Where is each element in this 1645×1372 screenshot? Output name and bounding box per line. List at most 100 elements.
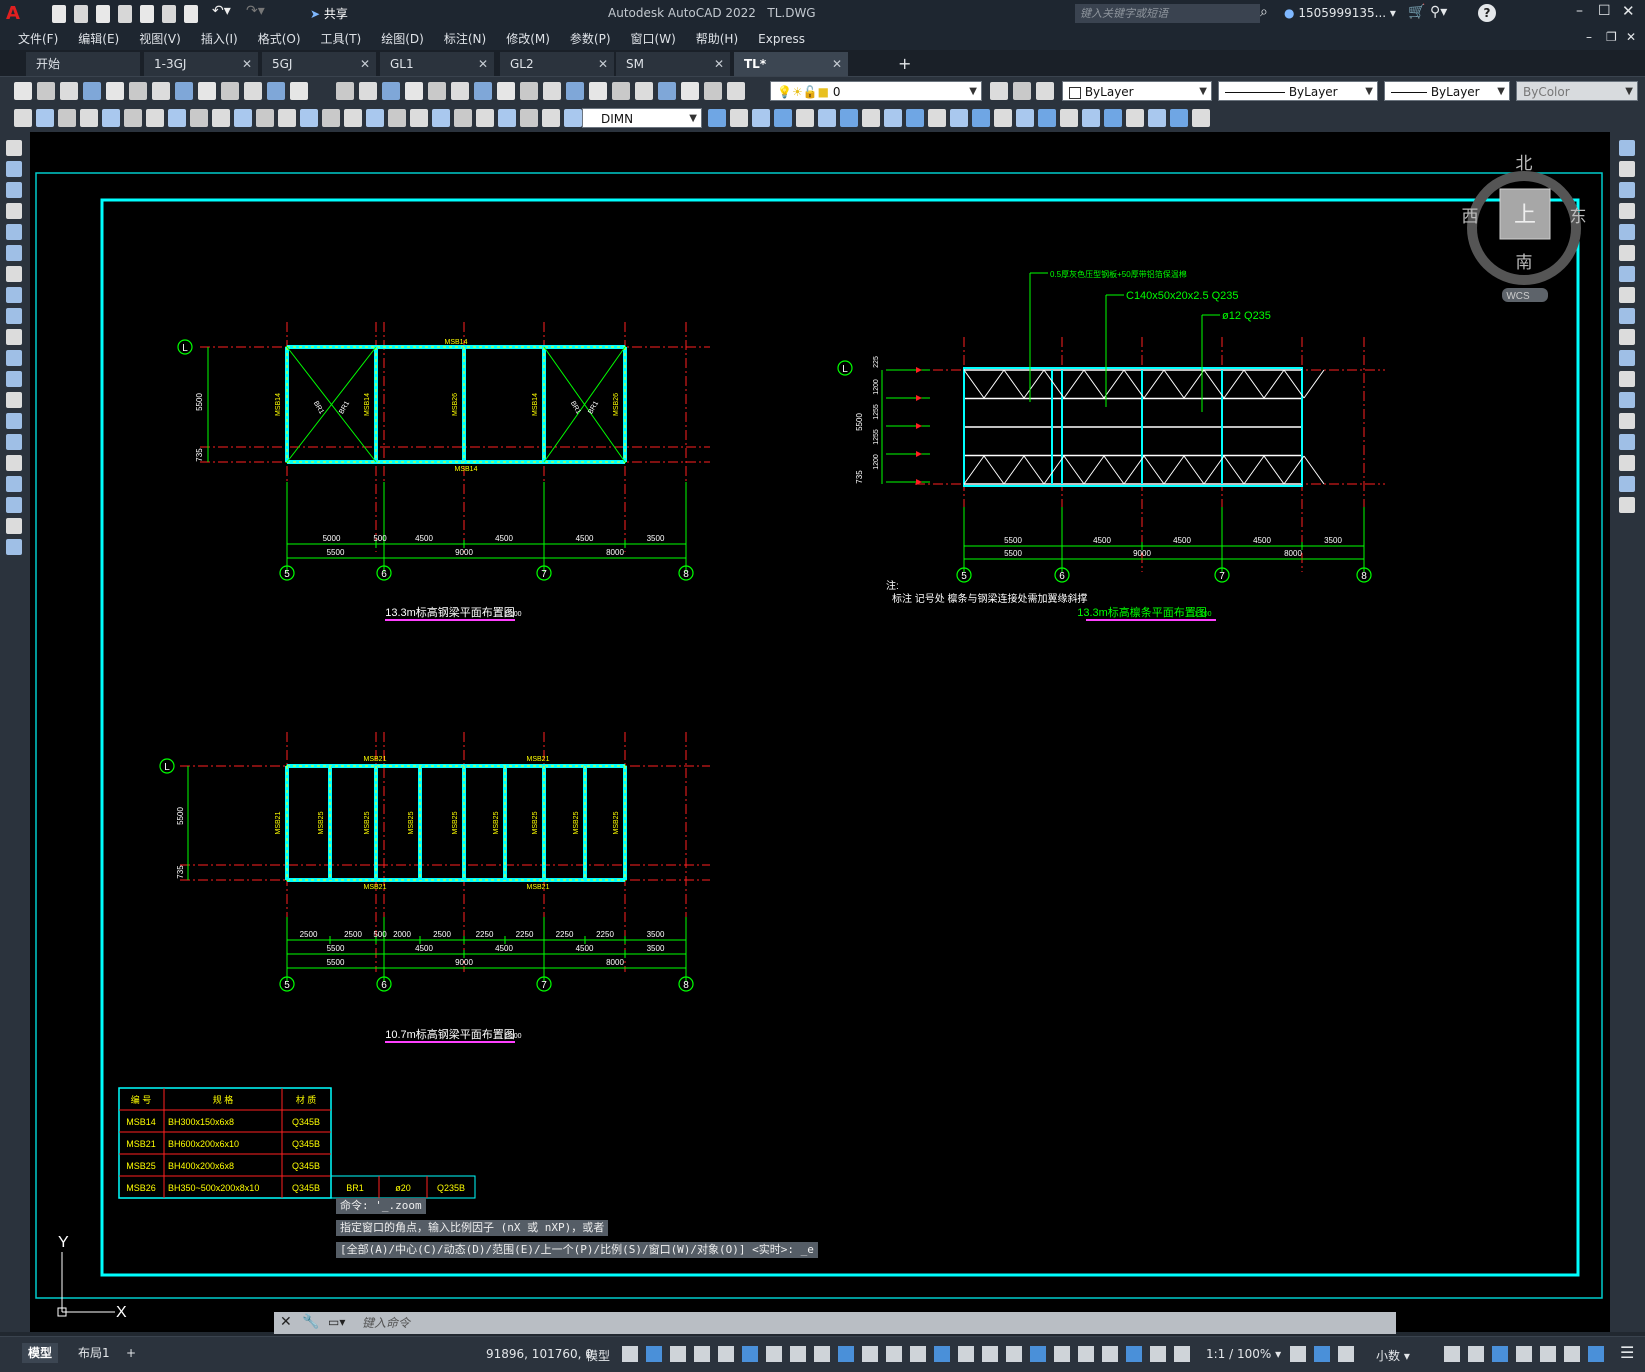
menu-item-2[interactable]: 视图(V) [129, 28, 191, 50]
mod-icon-21[interactable] [1170, 109, 1188, 127]
mod-icon-7[interactable] [862, 109, 880, 127]
modify-tool-icon-14[interactable] [1619, 434, 1635, 450]
tab-close-icon[interactable]: ✕ [360, 52, 370, 76]
modify-tool-icon-0[interactable] [1619, 140, 1635, 156]
tab-close-icon[interactable]: ✕ [242, 52, 252, 76]
draw-tool-icon-18[interactable] [6, 518, 22, 534]
dim-icon-2[interactable] [58, 109, 76, 127]
status-toggle-icon-21[interactable] [1126, 1346, 1142, 1362]
layer-icon-1[interactable] [1013, 82, 1031, 100]
modify-tool-icon-4[interactable] [1619, 224, 1635, 240]
modify-tool-icon-16[interactable] [1619, 476, 1635, 492]
mod-icon-8[interactable] [884, 109, 902, 127]
mod-icon-20[interactable] [1148, 109, 1166, 127]
draw-tool-icon-11[interactable] [6, 371, 22, 387]
model-space-button[interactable]: 模型 [586, 1347, 610, 1364]
std-icon-14[interactable] [359, 82, 377, 100]
dim-icon-10[interactable] [234, 109, 252, 127]
drawing-canvas[interactable]: MSB14 MSB14 MSB26 MSB14 MSB26 MSB14 MSB14 BR1 BR… [30, 132, 1610, 1334]
file-tab-3[interactable]: GL1 ✕ [380, 52, 494, 76]
status-toggle-icon-14[interactable] [958, 1346, 974, 1362]
file-tab-1[interactable]: 1-3GJ ✕ [144, 52, 258, 76]
status-toggle-icon-32[interactable] [1564, 1346, 1580, 1362]
file-tab-0[interactable]: 开始 [26, 52, 140, 76]
customize-icon[interactable]: ☰ [1620, 1343, 1634, 1362]
redo-icon[interactable]: ↷▾ [246, 3, 265, 19]
viewcube-east[interactable]: 东 [1570, 207, 1587, 226]
command-input[interactable]: 键入命令 [362, 1312, 1382, 1334]
mod-icon-1[interactable] [730, 109, 748, 127]
std-icon-18[interactable] [451, 82, 469, 100]
layer-icon-2[interactable] [1036, 82, 1054, 100]
draw-tool-icon-4[interactable] [6, 224, 22, 240]
std-icon-29[interactable] [704, 82, 722, 100]
dim-icon-6[interactable] [146, 109, 164, 127]
command-recent-icon[interactable]: ▭▾ [328, 1315, 345, 1329]
draw-tool-icon-0[interactable] [6, 140, 22, 156]
new-tab-icon[interactable]: + [898, 54, 911, 73]
dim-icon-22[interactable] [498, 109, 516, 127]
save-icon[interactable] [96, 5, 110, 23]
app-store-icon[interactable]: ⚲▾ [1430, 4, 1447, 20]
maximize-icon[interactable]: ☐ [1598, 3, 1611, 19]
std-icon-30[interactable] [727, 82, 745, 100]
draw-tool-icon-9[interactable] [6, 329, 22, 345]
draw-tool-icon-12[interactable] [6, 392, 22, 408]
dim-icon-18[interactable] [410, 109, 428, 127]
print-icon[interactable] [184, 5, 198, 23]
std-icon-0[interactable] [14, 82, 32, 100]
dimstyle-combo[interactable]: DIMN ▼ [582, 108, 702, 128]
dim-icon-21[interactable] [476, 109, 494, 127]
std-icon-13[interactable] [336, 82, 354, 100]
coordinates-readout[interactable]: 91896, 101760, 0 [486, 1347, 593, 1361]
status-toggle-icon-16[interactable] [1006, 1346, 1022, 1362]
draw-tool-icon-13[interactable] [6, 413, 22, 429]
status-toggle-icon-23[interactable] [1174, 1346, 1190, 1362]
mod-icon-17[interactable] [1082, 109, 1100, 127]
mod-icon-2[interactable] [752, 109, 770, 127]
std-icon-8[interactable] [198, 82, 216, 100]
status-toggle-icon-22[interactable] [1150, 1346, 1166, 1362]
doc-minimize-icon[interactable]: – [1586, 30, 1592, 44]
dim-icon-14[interactable] [322, 109, 340, 127]
std-icon-15[interactable] [382, 82, 400, 100]
modify-tool-icon-3[interactable] [1619, 203, 1635, 219]
std-icon-26[interactable] [635, 82, 653, 100]
std-icon-5[interactable] [129, 82, 147, 100]
std-icon-7[interactable] [175, 82, 193, 100]
search-input[interactable]: 键入关键字或短语 [1075, 4, 1260, 23]
status-toggle-icon-29[interactable] [1492, 1346, 1508, 1362]
status-toggle-icon-20[interactable] [1102, 1346, 1118, 1362]
plotstyle-combo[interactable]: ByColor ▼ [1516, 81, 1638, 101]
status-toggle-icon-31[interactable] [1540, 1346, 1556, 1362]
dim-icon-16[interactable] [366, 109, 384, 127]
dim-icon-7[interactable] [168, 109, 186, 127]
mod-icon-12[interactable] [972, 109, 990, 127]
color-combo[interactable]: ByLayer ▼ [1062, 81, 1212, 101]
status-toggle-icon-17[interactable] [1030, 1346, 1046, 1362]
dim-icon-23[interactable] [520, 109, 538, 127]
std-icon-25[interactable] [612, 82, 630, 100]
viewcube-west[interactable]: 西 [1462, 207, 1479, 226]
std-icon-22[interactable] [543, 82, 561, 100]
std-icon-6[interactable] [152, 82, 170, 100]
dim-icon-15[interactable] [344, 109, 362, 127]
doc-restore-icon[interactable]: ❐ [1606, 30, 1617, 44]
draw-tool-icon-10[interactable] [6, 350, 22, 366]
modify-tool-icon-15[interactable] [1619, 455, 1635, 471]
command-settings-icon[interactable]: 🔧 [302, 1314, 319, 1330]
dim-icon-13[interactable] [300, 109, 318, 127]
dim-icon-20[interactable] [454, 109, 472, 127]
status-toggle-icon-18[interactable] [1054, 1346, 1070, 1362]
draw-tool-icon-8[interactable] [6, 308, 22, 324]
app-logo-icon[interactable]: A [6, 3, 28, 25]
draw-tool-icon-3[interactable] [6, 203, 22, 219]
dim-icon-17[interactable] [388, 109, 406, 127]
draw-tool-icon-16[interactable] [6, 476, 22, 492]
share-button[interactable]: ➤ 共享 [310, 5, 348, 22]
open-icon[interactable] [74, 5, 88, 23]
dim-icon-5[interactable] [124, 109, 142, 127]
std-icon-23[interactable] [566, 82, 584, 100]
status-toggle-icon-33[interactable] [1588, 1346, 1604, 1362]
dim-icon-12[interactable] [278, 109, 296, 127]
